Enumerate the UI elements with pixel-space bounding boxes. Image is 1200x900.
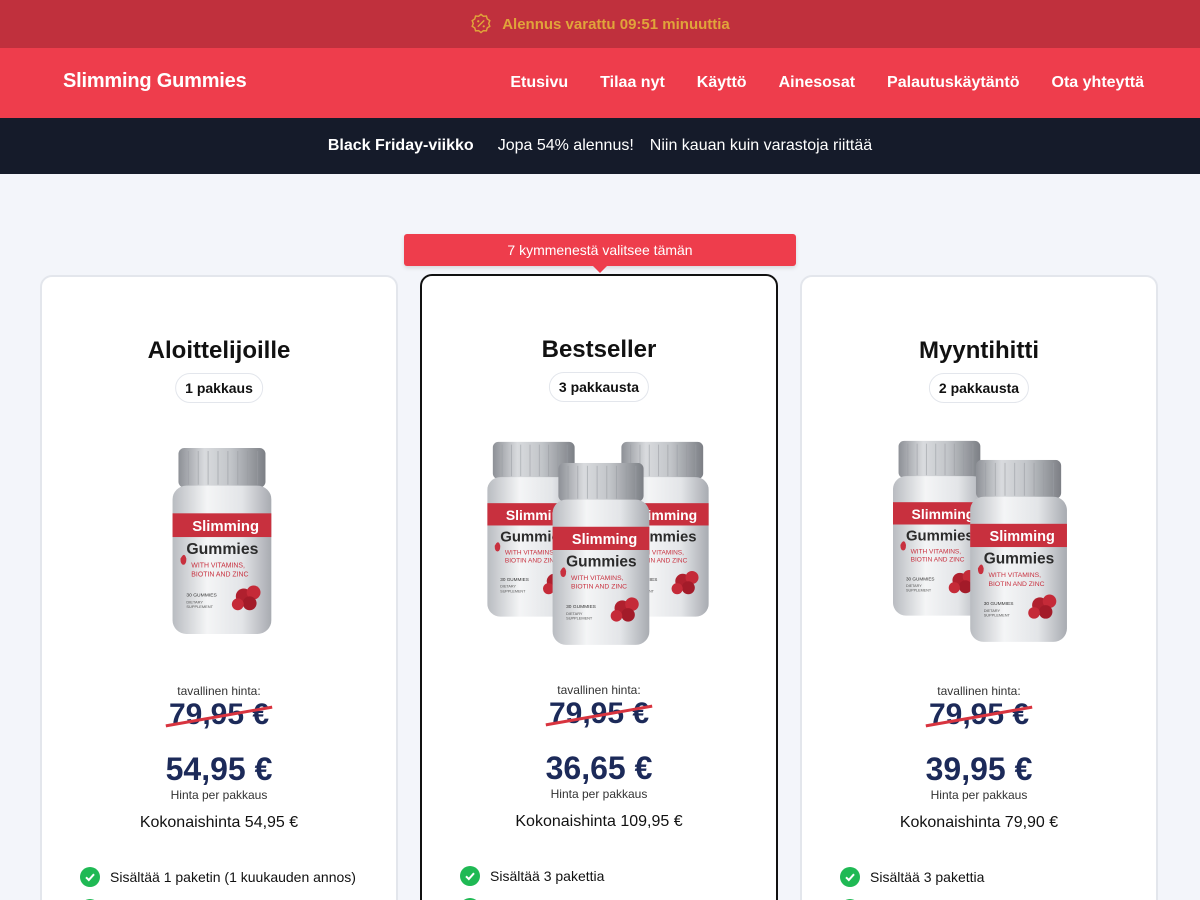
old-price-value: 79,95 € bbox=[548, 697, 650, 730]
product-bottle-image bbox=[172, 448, 272, 635]
most-popular-ribbon: 7 kymmenestä valitsee tämän bbox=[404, 234, 796, 273]
discount-timer-bar: Alennus varattu 09:51 minuuttia bbox=[0, 0, 1200, 48]
product-bottle-image bbox=[487, 441, 709, 646]
old-price: 79,95 € bbox=[42, 698, 396, 732]
regular-price-label: tavallinen hinta: bbox=[937, 684, 1021, 698]
discount-badge-icon bbox=[471, 13, 491, 34]
nav-link-tilaa-nyt[interactable]: Tilaa nyt bbox=[600, 74, 665, 92]
nav-links: Etusivu Tilaa nyt Käyttö Ainesosat Palau… bbox=[478, 48, 1144, 118]
nav-link-ainesosat[interactable]: Ainesosat bbox=[779, 74, 855, 92]
check-icon bbox=[840, 867, 860, 887]
pack-count-badge: 2 pakkausta bbox=[928, 373, 1030, 403]
old-price-value: 79,95 € bbox=[168, 698, 270, 731]
pricing-card-hit[interactable]: Myyntihitti 2 pakkausta tavallinen hinta… bbox=[800, 275, 1158, 900]
price-per-pack-label: Hinta per pakkaus bbox=[550, 787, 648, 801]
feature-text: Sisältää 3 pakettia bbox=[870, 869, 985, 885]
check-icon bbox=[460, 866, 480, 886]
regular-price-label: tavallinen hinta: bbox=[177, 684, 261, 698]
feature-item: Sisältää 1 paketin (1 kuukauden annos) bbox=[80, 867, 356, 887]
nav-link-palautuskaytanto[interactable]: Palautuskäytäntö bbox=[887, 74, 1019, 92]
main-navigation: Slimming Gummies Etusivu Tilaa nyt Käytt… bbox=[0, 48, 1200, 118]
card-title: Myyntihitti bbox=[919, 337, 1039, 364]
regular-price-label: tavallinen hinta: bbox=[557, 683, 641, 697]
feature-text: Sisältää 3 pakettia bbox=[490, 868, 605, 884]
pricing-card-starter[interactable]: Aloittelijoille 1 pakkaus tavallinen hin… bbox=[40, 275, 398, 900]
total-price: Kokonaishinta 54,95 € bbox=[139, 814, 299, 831]
feature-text: Sisältää 1 paketin (1 kuukauden annos) bbox=[110, 869, 356, 885]
discount-timer-text: Alennus varattu 09:51 minuuttia bbox=[502, 15, 730, 33]
old-price-value: 79,95 € bbox=[928, 698, 1030, 731]
price-per-pack-label: Hinta per pakkaus bbox=[170, 788, 268, 802]
pack-count-badge: 1 pakkaus bbox=[175, 373, 263, 403]
total-price: Kokonaishinta 109,95 € bbox=[515, 813, 683, 830]
promo-banner: Black Friday-viikko Jopa 54% alennus! Ni… bbox=[0, 118, 1200, 174]
nav-link-ota-yhteytta[interactable]: Ota yhteyttä bbox=[1052, 74, 1144, 92]
current-price: 39,95 € bbox=[925, 751, 1033, 787]
card-title: Bestseller bbox=[541, 336, 657, 363]
feature-item: Sisältää 3 pakettia bbox=[460, 866, 604, 886]
promo-event: Black Friday-viikko bbox=[327, 137, 474, 154]
feature-item: Sisältää 3 pakettia bbox=[840, 867, 984, 887]
card-title: Aloittelijoille bbox=[147, 337, 291, 364]
nav-link-etusivu[interactable]: Etusivu bbox=[510, 74, 568, 92]
check-icon bbox=[80, 867, 100, 887]
product-bottle-image bbox=[892, 440, 1068, 643]
promo-stock: Niin kauan kuin varastoja riittää bbox=[649, 137, 873, 154]
pack-count-badge: 3 pakkausta bbox=[548, 372, 650, 402]
current-price: 54,95 € bbox=[165, 751, 273, 787]
pricing-card-bestseller[interactable]: Bestseller 3 pakkausta tavallinen hinta:… bbox=[420, 274, 778, 900]
price-per-pack-label: Hinta per pakkaus bbox=[930, 788, 1028, 802]
promo-discount: Jopa 54% alennus! bbox=[497, 137, 634, 154]
nav-link-kaytto[interactable]: Käyttö bbox=[697, 74, 747, 92]
total-price: Kokonaishinta 79,90 € bbox=[899, 814, 1059, 831]
old-price: 79,95 € bbox=[802, 698, 1156, 732]
site-logo[interactable]: Slimming Gummies bbox=[63, 70, 247, 93]
old-price: 79,95 € bbox=[422, 697, 776, 731]
current-price: 36,65 € bbox=[545, 750, 653, 786]
